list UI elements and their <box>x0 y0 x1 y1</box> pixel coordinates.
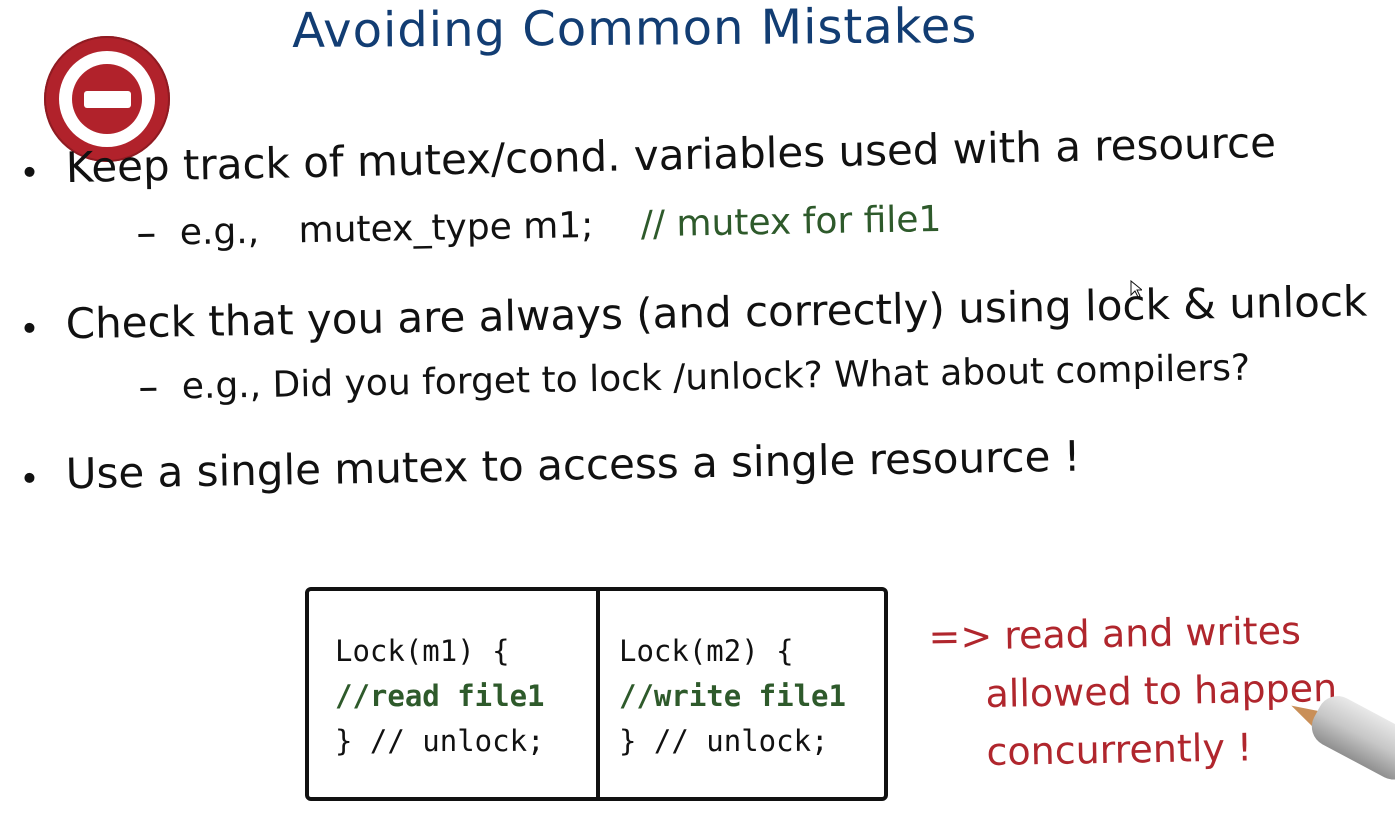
bullet-dot-3 <box>24 472 35 483</box>
pen-body <box>1304 689 1395 787</box>
code-right-line-1: Lock(m2) { <box>619 634 794 668</box>
bullet-1-sub-prefix: e.g., <box>179 210 260 254</box>
code-right-line-3: } // unlock; <box>619 719 846 764</box>
concurrency-note: => read and writes allowed to happen con… <box>928 601 1339 782</box>
bullet-1-sub: e.g., mutex_type m1; // mutex for file1 <box>138 198 942 254</box>
code-example-box: Lock(m1) { //read file1 } // unlock; Loc… <box>305 587 888 801</box>
slide-title: Avoiding Common Mistakes <box>291 0 978 59</box>
note-line-1: => read and writes <box>928 608 1302 659</box>
bullet-3-text: Use a single mutex to access a single re… <box>65 431 1081 499</box>
pen-icon <box>1289 686 1395 798</box>
code-left-line-2: //read file1 <box>335 679 545 713</box>
code-left-line-3-text: } // unlock; <box>335 724 545 758</box>
bullet-2-sub-text: e.g., Did you forget to lock /unlock? Wh… <box>181 347 1251 408</box>
note-line-2: allowed to happen <box>985 665 1338 717</box>
bullet-2-sub: e.g., Did you forget to lock /unlock? Wh… <box>140 347 1251 408</box>
bullet-3: Use a single mutex to access a single re… <box>24 431 1081 499</box>
bullet-dot-2 <box>24 322 35 333</box>
cursor-icon <box>1130 280 1142 298</box>
code-panel-left: Lock(m1) { //read file1 } // unlock; <box>335 629 545 764</box>
code-panel-right: Lock(m2) { //write file1 } // unlock; <box>619 629 846 764</box>
no-entry-bar <box>84 91 131 108</box>
bullet-1: Keep track of mutex/cond. variables used… <box>24 117 1277 193</box>
code-right-line-2: //write file1 <box>619 679 846 713</box>
bullet-1-text: Keep track of mutex/cond. variables used… <box>65 117 1277 193</box>
slide-canvas: Avoiding Common Mistakes Keep track of m… <box>0 0 1395 814</box>
bullet-1-sub-comment: // mutex for file1 <box>640 198 942 246</box>
code-left-line-3: } // unlock; <box>335 719 545 764</box>
bullet-1-sub-code: mutex_type m1; <box>298 205 594 252</box>
bullet-2-text: Check that you are always (and correctly… <box>65 276 1368 349</box>
sub-dash-2 <box>140 387 157 391</box>
code-left-line-1: Lock(m1) { <box>335 634 510 668</box>
note-line-3: concurrently ! <box>986 725 1253 774</box>
bullet-2: Check that you are always (and correctly… <box>24 276 1368 349</box>
sub-dash-1 <box>138 233 155 237</box>
code-divider <box>596 591 600 797</box>
bullet-dot-1 <box>24 166 35 177</box>
code-right-line-3-text: } // unlock; <box>619 724 829 758</box>
